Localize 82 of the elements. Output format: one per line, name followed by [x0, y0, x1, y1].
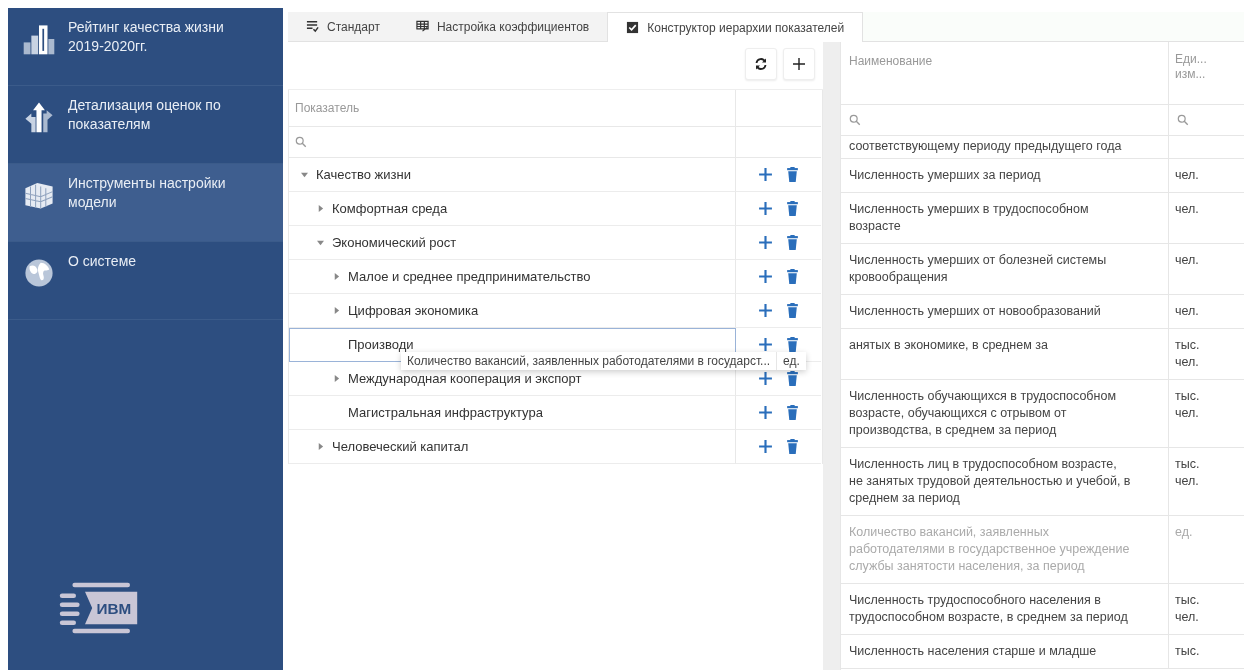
trash-icon[interactable] — [784, 235, 800, 250]
caret-icon — [333, 307, 340, 314]
tooltip-text: Количество вакансий, заявленных работодателями в государст... — [401, 352, 778, 370]
tree-item[interactable]: Цифровая экономика — [289, 294, 736, 328]
trash-icon[interactable] — [784, 167, 800, 182]
trash-icon[interactable] — [784, 337, 800, 352]
table-cell-text: Численность умерших в трудоспособном возрасте — [848, 201, 1090, 235]
caret-icon — [317, 239, 324, 246]
checkbox-icon — [626, 21, 640, 34]
column-header: Еди... изм... — [1168, 42, 1244, 104]
sidebar-item[interactable]: О системе — [8, 242, 283, 320]
refresh-button[interactable] — [745, 48, 777, 80]
table-cell-text: соответствующему периоду предыдущего года — [848, 138, 1123, 155]
table-cell: чел. — [1175, 253, 1199, 267]
buildings-chart-icon — [22, 22, 56, 56]
tree-item[interactable]: Комфортная среда — [289, 192, 736, 226]
table-cell: чел. — [1175, 168, 1199, 182]
caret-icon — [333, 375, 340, 382]
table-cell-text: Численность умерших от новообразований — [848, 303, 1102, 320]
add-icon[interactable] — [757, 439, 773, 454]
logo-drawing: ИВМ — [58, 580, 148, 636]
tab[interactable]: Стандарт — [288, 12, 398, 42]
add-icon[interactable] — [757, 303, 773, 318]
table-cell: тыс. чел. — [1175, 389, 1200, 420]
list-check-icon — [306, 20, 319, 33]
table-cell-text: Численность лиц в трудоспособном возрасте, не занятых трудовой деятельностью и учебой, в среднем за период — [848, 456, 1132, 507]
caret-icon — [333, 273, 340, 280]
trash-icon[interactable] — [784, 303, 800, 318]
trash-icon[interactable] — [784, 371, 800, 386]
column-header: Показатель — [289, 90, 736, 127]
table-cell: тыс. чел. — [1175, 593, 1200, 624]
globe-icon — [22, 256, 56, 290]
table-cell-text: Численность населения старше и младше — [848, 643, 1098, 660]
tree-item[interactable]: Магистральная инфраструктура — [289, 396, 736, 430]
search-icon — [1177, 114, 1189, 126]
table-cell-text: Количество вакансий, заявленных работодателями в государственное учреждение службы занятости населения, за период — [848, 524, 1131, 575]
table-cell-text: Численность умерших от болезней системы кровообращения — [848, 252, 1108, 286]
tab[interactable]: Конструктор иерархии показателей — [607, 12, 864, 42]
sidebar-item-label: Инструменты настройки модели — [68, 174, 227, 212]
add-icon[interactable] — [757, 371, 773, 386]
add-icon[interactable] — [757, 201, 773, 216]
sidebar-item[interactable]: Инструменты настройки модели — [8, 164, 283, 242]
sidebar-item-label: Детализация оценок по показателям — [68, 96, 222, 134]
caret-icon — [317, 443, 324, 450]
add-icon[interactable] — [757, 235, 773, 250]
add-icon[interactable] — [757, 337, 773, 352]
search-icon — [295, 136, 307, 148]
plus-icon — [792, 57, 806, 71]
table-cell: чел. — [1175, 202, 1199, 216]
trash-icon[interactable] — [784, 201, 800, 216]
tree-item[interactable]: Экономический рост — [289, 226, 736, 260]
table-cell-text: Численность трудоспособного населения в трудоспособном возрасте, в среднем за период — [848, 592, 1129, 626]
search-field[interactable] — [289, 127, 736, 158]
table-edit-icon — [415, 20, 429, 33]
table-cell-text: анятых в экономике, в среднем за — [848, 337, 1049, 354]
search-icon — [849, 114, 861, 126]
add-button[interactable] — [783, 48, 815, 80]
caret-icon — [301, 171, 308, 178]
trash-icon[interactable] — [784, 439, 800, 454]
table-cell: ед. — [1175, 525, 1193, 539]
caret-icon — [317, 205, 324, 212]
tab[interactable]: Настройка коэффициентов — [397, 12, 608, 42]
table-cell: чел. — [1175, 304, 1199, 318]
table-cell-text: Численность умерших за период — [848, 167, 1042, 184]
trash-icon[interactable] — [784, 269, 800, 284]
refresh-icon — [754, 57, 768, 71]
add-icon[interactable] — [757, 405, 773, 420]
table-cell: тыс. чел. — [1175, 338, 1200, 369]
table-cell-text: Численность обучающихся в трудоспособном возрасте, обучающихся с отрывом от производства, в среднем за период — [848, 388, 1117, 439]
add-icon[interactable] — [757, 269, 773, 284]
tree-item[interactable]: Качество жизни — [289, 158, 736, 192]
add-icon[interactable] — [757, 167, 773, 182]
sidebar-item-label: О системе — [68, 252, 137, 271]
tooltip-text: ед. — [782, 353, 801, 370]
tree-item[interactable]: Человеческий капитал — [289, 430, 736, 464]
table-cell: тыс. чел. — [1175, 457, 1200, 488]
trash-icon[interactable] — [784, 405, 800, 420]
column-header: Наименование — [848, 53, 934, 70]
sidebar-item[interactable]: Рейтинг качества жизни 2019-2020гг. — [8, 8, 283, 86]
tree-item[interactable]: Малое и среднее предпринимательство — [289, 260, 736, 294]
sidebar-item-label: Рейтинг качества жизни 2019-2020гг. — [68, 18, 225, 56]
table-cell: тыс. — [1175, 644, 1200, 658]
